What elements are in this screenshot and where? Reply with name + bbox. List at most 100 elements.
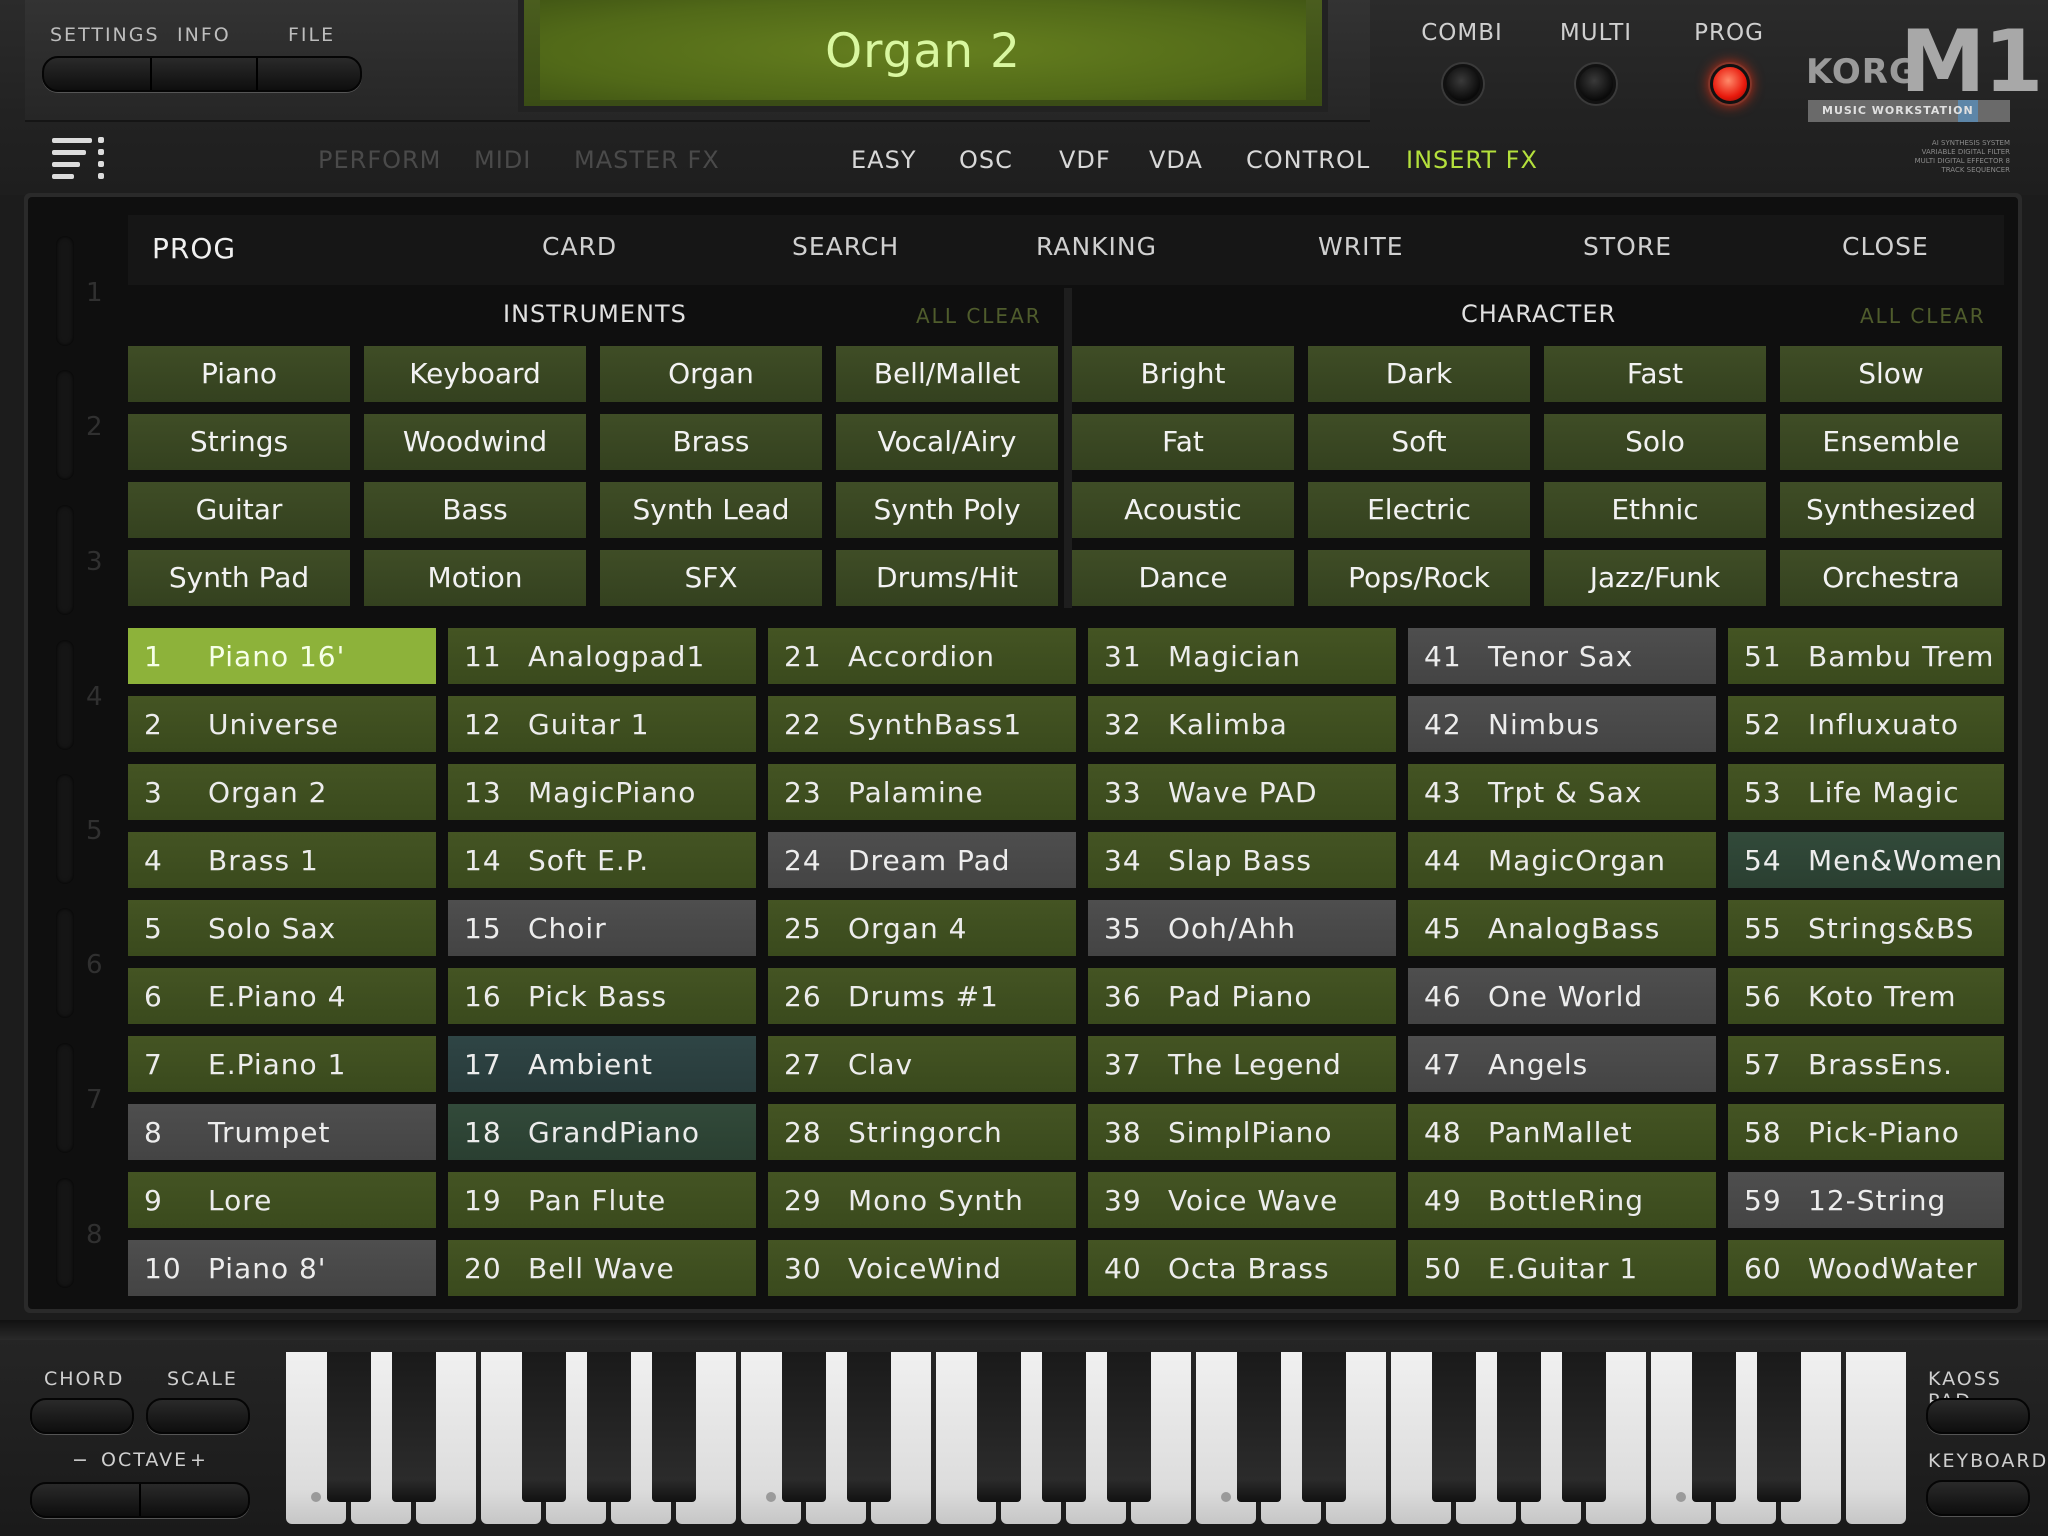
program-slot[interactable]: 25 Organ 4: [768, 900, 1076, 956]
tab-card[interactable]: CARD: [542, 232, 617, 261]
program-slot[interactable]: 16 Pick Bass: [448, 968, 756, 1024]
tab-control[interactable]: CONTROL: [1246, 146, 1370, 174]
tab-search[interactable]: SEARCH: [792, 232, 899, 261]
filter-instrument-sfx[interactable]: SFX: [600, 550, 822, 606]
side-track-slot[interactable]: [56, 1178, 74, 1288]
black-key[interactable]: [522, 1352, 566, 1502]
filter-instrument-synth-pad[interactable]: Synth Pad: [128, 550, 350, 606]
filter-instrument-woodwind[interactable]: Woodwind: [364, 414, 586, 470]
filter-instrument-synth-poly[interactable]: Synth Poly: [836, 482, 1058, 538]
filter-instrument-brass[interactable]: Brass: [600, 414, 822, 470]
program-slot[interactable]: 3 Organ 2: [128, 764, 436, 820]
program-slot[interactable]: 44 MagicOrgan: [1408, 832, 1716, 888]
filter-instrument-motion[interactable]: Motion: [364, 550, 586, 606]
program-slot[interactable]: 35 Ooh/Ahh: [1088, 900, 1396, 956]
program-slot[interactable]: 26 Drums #1: [768, 968, 1076, 1024]
filter-instrument-vocal-airy[interactable]: Vocal/Airy: [836, 414, 1058, 470]
program-slot[interactable]: 45 AnalogBass: [1408, 900, 1716, 956]
program-slot[interactable]: 34 Slap Bass: [1088, 832, 1396, 888]
filter-character-fat[interactable]: Fat: [1072, 414, 1294, 470]
filter-instrument-piano[interactable]: Piano: [128, 346, 350, 402]
file-button[interactable]: [258, 58, 360, 90]
filter-character-ensemble[interactable]: Ensemble: [1780, 414, 2002, 470]
program-slot[interactable]: 14 Soft E.P.: [448, 832, 756, 888]
octave-up-button[interactable]: [141, 1484, 248, 1516]
black-key[interactable]: [587, 1352, 631, 1502]
prog-mode-button[interactable]: [1710, 64, 1750, 104]
multi-mode-button[interactable]: [1576, 64, 1616, 104]
black-key[interactable]: [1432, 1352, 1476, 1502]
black-key[interactable]: [782, 1352, 826, 1502]
black-key[interactable]: [1042, 1352, 1086, 1502]
program-slot[interactable]: 46 One World: [1408, 968, 1716, 1024]
black-key[interactable]: [1107, 1352, 1151, 1502]
filter-character-dark[interactable]: Dark: [1308, 346, 1530, 402]
program-slot[interactable]: 38 SimplPiano: [1088, 1104, 1396, 1160]
program-slot[interactable]: 53 Life Magic: [1728, 764, 2004, 820]
program-slot[interactable]: 29 Mono Synth: [768, 1172, 1076, 1228]
side-track-slot[interactable]: [56, 640, 74, 750]
black-key[interactable]: [327, 1352, 371, 1502]
program-slot[interactable]: 2 Universe: [128, 696, 436, 752]
program-slot[interactable]: 5 Solo Sax: [128, 900, 436, 956]
tab-close[interactable]: CLOSE: [1842, 232, 1929, 261]
filter-character-orchestra[interactable]: Orchestra: [1780, 550, 2002, 606]
side-track-slot[interactable]: [56, 908, 74, 1018]
side-track-slot[interactable]: [56, 1043, 74, 1153]
character-all-clear-button[interactable]: ALL CLEAR: [1860, 304, 1986, 328]
filter-instrument-drums-hit[interactable]: Drums/Hit: [836, 550, 1058, 606]
side-track-slot[interactable]: [56, 236, 74, 346]
black-key[interactable]: [1497, 1352, 1541, 1502]
list-menu-icon[interactable]: [52, 136, 108, 182]
program-slot[interactable]: 17 Ambient: [448, 1036, 756, 1092]
side-track-slot[interactable]: [56, 370, 74, 480]
filter-character-soft[interactable]: Soft: [1308, 414, 1530, 470]
program-slot[interactable]: 15 Choir: [448, 900, 756, 956]
keyboard-toggle-button[interactable]: [1926, 1480, 2030, 1516]
tab-ranking[interactable]: RANKING: [1036, 232, 1157, 261]
program-slot[interactable]: 13 MagicPiano: [448, 764, 756, 820]
program-slot[interactable]: 1 Piano 16': [128, 628, 436, 684]
tab-midi[interactable]: MIDI: [474, 146, 531, 174]
instruments-all-clear-button[interactable]: ALL CLEAR: [916, 304, 1042, 328]
program-slot[interactable]: 36 Pad Piano: [1088, 968, 1396, 1024]
tab-write[interactable]: WRITE: [1318, 232, 1404, 261]
black-key[interactable]: [392, 1352, 436, 1502]
filter-character-ethnic[interactable]: Ethnic: [1544, 482, 1766, 538]
program-slot[interactable]: 49 BottleRing: [1408, 1172, 1716, 1228]
combi-mode-button[interactable]: [1443, 64, 1483, 104]
program-slot[interactable]: 33 Wave PAD: [1088, 764, 1396, 820]
black-key[interactable]: [1302, 1352, 1346, 1502]
program-slot[interactable]: 59 12-String: [1728, 1172, 2004, 1228]
program-slot[interactable]: 57 BrassEns.: [1728, 1036, 2004, 1092]
program-slot[interactable]: 52 Influxuato: [1728, 696, 2004, 752]
black-key[interactable]: [847, 1352, 891, 1502]
tab-store[interactable]: STORE: [1583, 232, 1672, 261]
filter-instrument-guitar[interactable]: Guitar: [128, 482, 350, 538]
chord-button[interactable]: [30, 1398, 134, 1434]
program-slot[interactable]: 51 Bambu Trem: [1728, 628, 2004, 684]
program-slot[interactable]: 42 Nimbus: [1408, 696, 1716, 752]
side-track-slot[interactable]: [56, 774, 74, 884]
filter-instrument-synth-lead[interactable]: Synth Lead: [600, 482, 822, 538]
filter-instrument-bell-mallet[interactable]: Bell/Mallet: [836, 346, 1058, 402]
program-slot[interactable]: 10 Piano 8': [128, 1240, 436, 1296]
filter-instrument-keyboard[interactable]: Keyboard: [364, 346, 586, 402]
program-slot[interactable]: 47 Angels: [1408, 1036, 1716, 1092]
program-slot[interactable]: 12 Guitar 1: [448, 696, 756, 752]
program-slot[interactable]: 39 Voice Wave: [1088, 1172, 1396, 1228]
program-slot[interactable]: 31 Magician: [1088, 628, 1396, 684]
program-slot[interactable]: 8 Trumpet: [128, 1104, 436, 1160]
program-slot[interactable]: 19 Pan Flute: [448, 1172, 756, 1228]
tab-vda[interactable]: VDA: [1149, 146, 1203, 174]
black-key[interactable]: [1562, 1352, 1606, 1502]
filter-character-slow[interactable]: Slow: [1780, 346, 2002, 402]
program-slot[interactable]: 7 E.Piano 1: [128, 1036, 436, 1092]
info-button[interactable]: [152, 58, 256, 90]
tab-insert-fx[interactable]: INSERT FX: [1406, 146, 1538, 174]
program-slot[interactable]: 54 Men&Women: [1728, 832, 2004, 888]
black-key[interactable]: [1692, 1352, 1736, 1502]
program-slot[interactable]: 18 GrandPiano: [448, 1104, 756, 1160]
program-slot[interactable]: 37 The Legend: [1088, 1036, 1396, 1092]
tab-easy[interactable]: EASY: [851, 146, 916, 174]
